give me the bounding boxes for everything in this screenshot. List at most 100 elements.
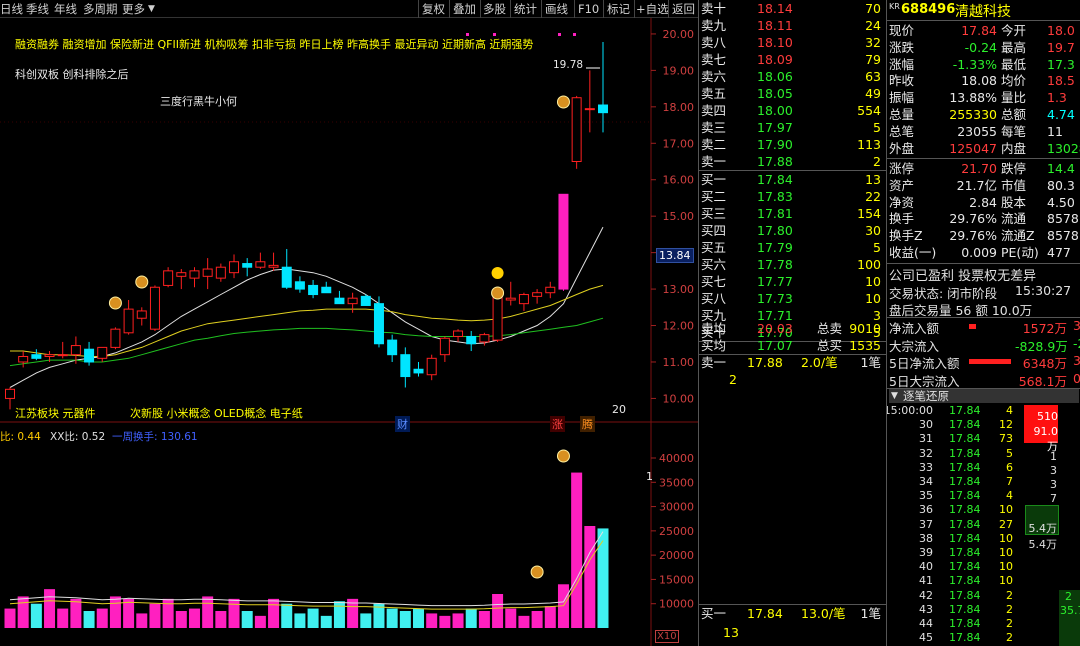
tick-volume: 5 [1006, 446, 1013, 460]
toolbar-more[interactable]: 更多 [122, 1, 145, 17]
volume-bar [149, 603, 161, 628]
toolbar-adjust[interactable]: 复权 [422, 1, 445, 17]
candle-body [84, 348, 95, 363]
level-label: 卖二 [701, 137, 727, 152]
volume-bar [571, 472, 583, 628]
toolbar-stats[interactable]: 统计 [514, 1, 537, 17]
field-value: 477 [1047, 245, 1071, 260]
field-value: 18.08 [961, 73, 997, 89]
ask-level-row[interactable]: 卖二 17.90 113 [699, 136, 885, 153]
level-volume: 63 [865, 69, 881, 84]
level-volume: 10 [865, 274, 881, 289]
price-axis-label: 11.00 [663, 356, 695, 369]
candle-body [18, 356, 29, 363]
toolbar-divider [510, 0, 511, 18]
tick-side-value: 1 [1050, 450, 1057, 463]
ask-level-row[interactable]: 卖十 18.14 70 [699, 0, 885, 17]
ask-level-row[interactable]: 卖六 18.06 63 [699, 68, 885, 85]
ticks-title[interactable]: 逐笔还原 [903, 389, 949, 403]
ask-level-row[interactable]: 卖一 17.88 2 [699, 153, 885, 170]
queue-count: 1笔 [860, 355, 881, 370]
fund-flow-bar [969, 359, 1011, 364]
volume-bar [228, 598, 240, 628]
order-book-panel: 卖十 18.14 70 卖九 18.11 24 卖八 18.10 32 卖七 18.09 79 卖六 18… [698, 0, 887, 646]
tick-row: 43 17.84 2 [887, 603, 1080, 617]
candle-body [505, 297, 516, 301]
ask-level-row[interactable]: 卖七 18.09 79 [699, 51, 885, 68]
ask-level-row[interactable]: 卖八 18.10 32 [699, 34, 885, 51]
price-axis-label: 15.00 [663, 210, 695, 223]
fundamental-row: 资产 市值 21.7亿 80.3 [887, 177, 1080, 194]
field-label: 总量 [889, 107, 915, 122]
toolbar-divider [634, 0, 635, 18]
candle-body [189, 270, 200, 279]
ask-level-row[interactable]: 卖九 18.11 24 [699, 17, 885, 34]
toolbar-daily[interactable]: 日线 [0, 1, 23, 17]
candle-body [558, 193, 569, 290]
tick-volume: 73 [999, 432, 1013, 446]
quote-row: 涨跌 最高 -0.24 19.7 [887, 39, 1080, 56]
toolbar-back[interactable]: 返回 [672, 1, 695, 17]
level-label: 卖五 [701, 86, 727, 101]
bid-level-row[interactable]: 买五 17.79 5 [699, 239, 885, 256]
candle-body [229, 261, 240, 274]
tick-volume: 10 [999, 546, 1013, 559]
kline-chart-area[interactable]: 20.0019.0018.0017.0016.0015.0014.0013.00… [0, 18, 698, 646]
bid-level-row[interactable]: 买七 17.77 10 [699, 273, 885, 290]
ask-level-row[interactable]: 卖四 18.00 554 [699, 102, 885, 119]
volume-bar [4, 608, 16, 628]
field-label: 每笔 [1001, 123, 1027, 139]
toolbar-overlay[interactable]: 叠加 [453, 1, 476, 17]
tick-time: 38 [919, 531, 933, 545]
bid-level-row[interactable]: 买六 17.78 100 [699, 256, 885, 273]
toolbar-quarterly[interactable]: 季线 [26, 1, 49, 17]
bid-level-row[interactable]: 买二 17.83 22 [699, 188, 885, 205]
volume-bar [505, 608, 517, 628]
level-price: 18.05 [757, 86, 793, 101]
kline-chart-svg[interactable]: 20.0019.0018.0017.0016.0015.0014.0013.00… [0, 18, 698, 646]
level-price: 18.14 [757, 1, 793, 16]
toolbar-multi-stock[interactable]: 多股 [483, 1, 506, 17]
bid-level-row[interactable]: 买八 17.73 10 [699, 290, 885, 307]
field-value: 14.4 [1047, 161, 1075, 176]
queue-price: 17.84 [747, 606, 783, 621]
event-tencent-badge[interactable]: 腾 [580, 416, 595, 432]
bid-level-row[interactable]: 买四 17.80 30 [699, 222, 885, 239]
tick-price: 17.84 [949, 631, 981, 645]
chevron-down-icon[interactable]: ▼ [148, 1, 155, 17]
event-finance-badge[interactable]: 财 [395, 416, 410, 432]
volume-ma-line [9, 540, 604, 610]
tick-time: 32 [919, 446, 933, 460]
chevron-down-icon[interactable]: ▼ [891, 389, 898, 403]
stock-code: 688496 [901, 2, 956, 17]
tick-row: 41 17.84 10 [887, 574, 1080, 588]
candle-body [334, 297, 345, 305]
candle-body [57, 354, 68, 357]
toolbar-add-watchlist[interactable]: +自选 [636, 1, 669, 17]
toolbar-draw-line[interactable]: 画线 [545, 1, 568, 17]
candle-body [347, 297, 358, 305]
ask-level-row[interactable]: 卖三 17.97 5 [699, 119, 885, 136]
level-label: 买三 [701, 206, 727, 221]
tick-volume: 2 [1006, 588, 1013, 602]
toolbar-yearly[interactable]: 年线 [54, 1, 77, 17]
toolbar-multi-period[interactable]: 多周期 [83, 1, 118, 17]
volume-bar [320, 615, 332, 628]
money-bag-icon [491, 286, 505, 300]
event-limit-up-badge[interactable]: 涨 [550, 416, 565, 432]
xx-ratio-label: XX比: 0.52 [50, 431, 106, 443]
volume-bar [254, 615, 266, 628]
field-value: 29.76% [949, 211, 997, 227]
tick-row: 42 17.84 2 [887, 589, 1080, 603]
bid-level-row[interactable]: 买一 17.84 13 [699, 171, 885, 188]
level-label: 买五 [701, 240, 727, 255]
level-volume: 100 [857, 257, 881, 272]
toolbar-mark[interactable]: 标记 [607, 1, 630, 17]
bid-level-row[interactable]: 买三 17.81 154 [699, 205, 885, 222]
field-label: 均价 [1001, 73, 1027, 89]
candle-body [518, 294, 529, 305]
tick-volume: 10 [999, 560, 1013, 574]
candle-body [215, 266, 226, 279]
ask-level-row[interactable]: 卖五 18.05 49 [699, 85, 885, 102]
toolbar-f10[interactable]: F10 [578, 1, 599, 17]
